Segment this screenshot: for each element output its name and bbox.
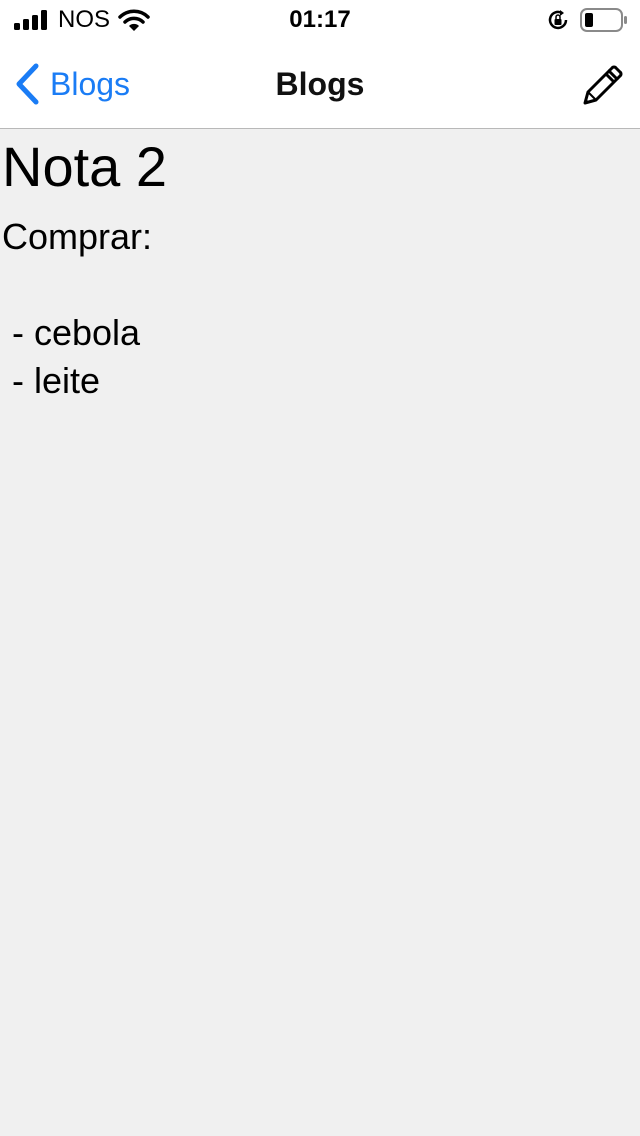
- pencil-icon: [583, 65, 623, 105]
- battery-icon: [580, 8, 627, 32]
- navigation-bar: Blogs Blogs: [0, 40, 640, 129]
- note-body: Comprar: - cebola - leite: [2, 216, 153, 401]
- status-bar: NOS 01:17: [0, 0, 640, 40]
- note-title: Nota 2: [2, 135, 167, 198]
- nav-title: Blogs: [275, 66, 365, 102]
- status-right: [546, 8, 628, 32]
- orientation-lock-icon: [548, 10, 568, 30]
- status-time: 01:17: [289, 6, 351, 33]
- edit-button[interactable]: [580, 64, 624, 108]
